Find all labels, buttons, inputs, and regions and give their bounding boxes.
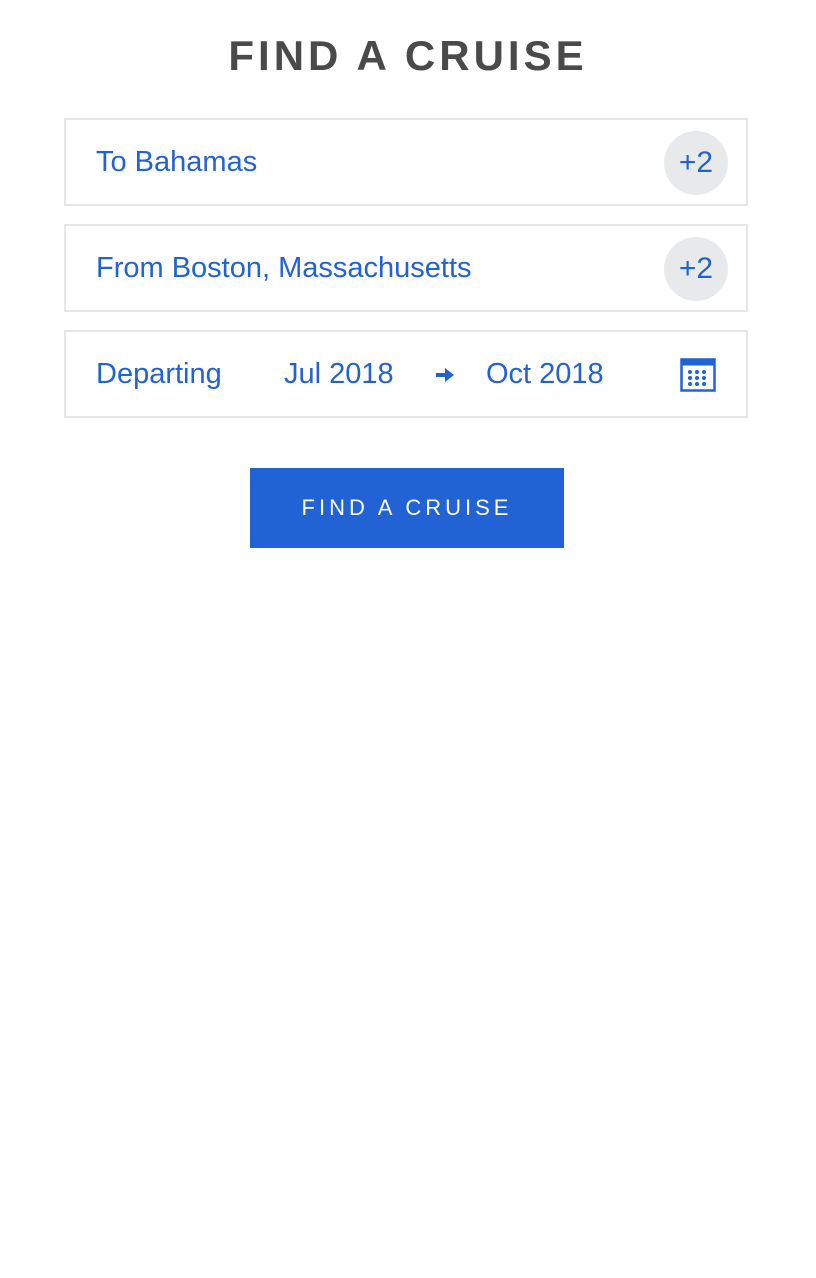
page: FIND A CRUISE To Bahamas +2 From Boston,… xyxy=(0,0,816,1278)
departure-dates-field[interactable]: Departing Jul 2018 Oct 2018 xyxy=(64,330,748,418)
arrow-right-icon xyxy=(436,368,454,382)
departure-port-label: From Boston, Massachusetts xyxy=(96,252,472,284)
departure-port-extra-count-badge[interactable]: +2 xyxy=(664,237,728,301)
departing-label: Departing xyxy=(96,358,222,390)
departure-port-field[interactable]: From Boston, Massachusetts +2 xyxy=(64,224,748,312)
page-title: FIND A CRUISE xyxy=(228,32,588,79)
find-cruise-button[interactable]: FIND A CRUISE xyxy=(250,468,564,548)
destination-field[interactable]: To Bahamas +2 xyxy=(64,118,748,206)
date-start[interactable]: Jul 2018 xyxy=(284,332,394,416)
destination-extra-count-badge[interactable]: +2 xyxy=(664,131,728,195)
destination-label: To Bahamas xyxy=(96,146,258,178)
date-end[interactable]: Oct 2018 xyxy=(486,332,604,416)
calendar-icon[interactable] xyxy=(680,358,716,392)
